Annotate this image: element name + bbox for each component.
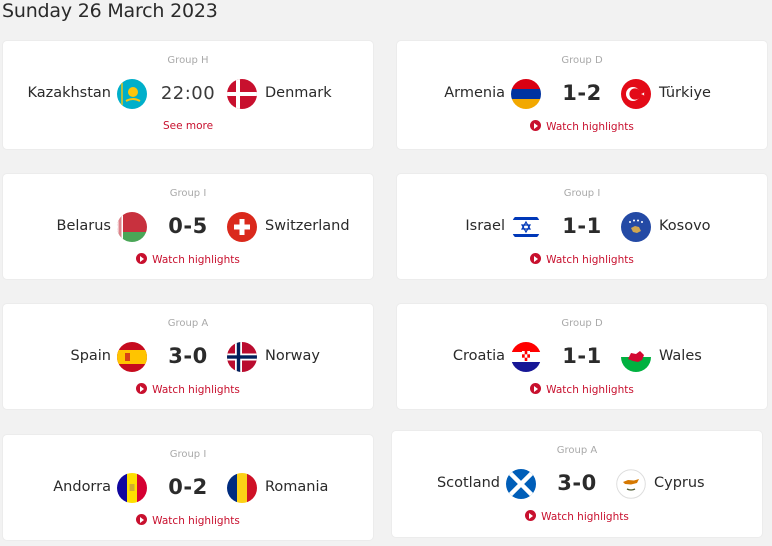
watch-highlights-link[interactable]: Watch highlights — [392, 510, 762, 523]
away-team-name[interactable]: Denmark — [265, 85, 332, 101]
away-team-name[interactable]: Romania — [265, 479, 328, 495]
match-row: Scotland 3-0 Cyprus — [392, 467, 762, 501]
match-row: Belarus 0-5 Switzerland — [3, 210, 373, 244]
play-icon — [136, 253, 148, 264]
home-team-name[interactable]: Armenia — [444, 85, 505, 101]
watch-highlights-label[interactable]: Watch highlights — [152, 384, 240, 396]
match-card[interactable]: Group D Croatia 1-1 Wales Watch highligh… — [397, 304, 767, 409]
denmark-flag-icon — [227, 79, 257, 109]
match-card[interactable]: Group I Andorra 0-2 Romania Watch highli… — [3, 435, 373, 540]
kosovo-flag-icon — [621, 212, 651, 242]
see-more-label[interactable]: See more — [163, 120, 213, 132]
match-card[interactable]: Group A Spain 3-0 Norway Watch highlight… — [3, 304, 373, 409]
group-label: Group D — [561, 318, 603, 329]
watch-highlights-link[interactable]: Watch highlights — [3, 383, 373, 396]
andorra-flag-icon — [117, 473, 147, 503]
match-row: Israel 1-1 Kosovo — [397, 210, 767, 244]
group-label: Group D — [561, 55, 603, 66]
home-team-name[interactable]: Israel — [465, 218, 505, 234]
romania-flag-icon — [227, 473, 257, 503]
kickoff-time: 22:00 — [160, 83, 216, 104]
watch-highlights-label[interactable]: Watch highlights — [546, 254, 634, 266]
play-icon — [525, 510, 537, 521]
watch-highlights-link[interactable]: Watch highlights — [3, 253, 373, 266]
match-row: Croatia 1-1 Wales — [397, 340, 767, 374]
belarus-flag-icon — [117, 212, 147, 242]
home-team-name[interactable]: Andorra — [53, 479, 111, 495]
away-team-name[interactable]: Türkiye — [659, 85, 711, 101]
away-team-name[interactable]: Wales — [659, 348, 702, 364]
match-score: 3-0 — [557, 471, 597, 495]
see-more-link[interactable]: See more — [3, 120, 373, 132]
watch-highlights-label[interactable]: Watch highlights — [541, 511, 629, 523]
play-icon — [530, 383, 542, 394]
watch-highlights-label[interactable]: Watch highlights — [546, 121, 634, 133]
switzerland-flag-icon — [227, 212, 257, 242]
home-team-name[interactable]: Croatia — [453, 348, 505, 364]
away-team-name[interactable]: Cyprus — [654, 475, 705, 491]
armenia-flag-icon — [511, 79, 541, 109]
home-team-name[interactable]: Scotland — [437, 475, 500, 491]
match-row: Andorra 0-2 Romania — [3, 471, 373, 505]
watch-highlights-label[interactable]: Watch highlights — [152, 254, 240, 266]
match-row: Spain 3-0 Norway — [3, 340, 373, 374]
match-card[interactable]: Group I Israel 1-1 Kosovo Watch highligh… — [397, 174, 767, 279]
watch-highlights-link[interactable]: Watch highlights — [397, 383, 767, 396]
watch-highlights-link[interactable]: Watch highlights — [397, 120, 767, 133]
scotland-flag-icon — [506, 469, 536, 499]
watch-highlights-link[interactable]: Watch highlights — [3, 514, 373, 527]
away-team-name[interactable]: Switzerland — [265, 218, 350, 234]
match-score: 1-1 — [562, 214, 602, 238]
match-score: 0-5 — [168, 214, 208, 238]
home-team-name[interactable]: Spain — [70, 348, 111, 364]
match-row: Kazakhstan 22:00 Denmark — [3, 77, 373, 111]
home-team-name[interactable]: Belarus — [57, 218, 112, 234]
away-team-name[interactable]: Norway — [265, 348, 320, 364]
match-card[interactable]: Group H Kazakhstan 22:00 Denmark See mor… — [3, 41, 373, 149]
kazakhstan-flag-icon — [117, 79, 147, 109]
group-label: Group H — [167, 55, 209, 66]
match-card[interactable]: Group A Scotland 3-0 Cyprus Watch highli… — [392, 431, 762, 537]
play-icon — [136, 383, 148, 394]
group-label: Group A — [167, 318, 209, 329]
wales-flag-icon — [621, 342, 651, 372]
match-score: 3-0 — [168, 344, 208, 368]
away-team-name[interactable]: Kosovo — [659, 218, 711, 234]
match-card[interactable]: Group D Armenia 1-2 Türkiye Watch highli… — [397, 41, 767, 149]
israel-flag-icon — [511, 212, 541, 242]
cyprus-flag-icon — [616, 469, 646, 499]
home-team-name[interactable]: Kazakhstan — [27, 85, 111, 101]
match-score: 1-2 — [562, 81, 602, 105]
watch-highlights-label[interactable]: Watch highlights — [152, 515, 240, 527]
group-label: Group I — [563, 188, 601, 199]
match-row: Armenia 1-2 Türkiye — [397, 77, 767, 111]
play-icon — [530, 120, 542, 131]
group-label: Group A — [556, 445, 598, 456]
spain-flag-icon — [117, 342, 147, 372]
norway-flag-icon — [227, 342, 257, 372]
croatia-flag-icon — [511, 342, 541, 372]
turkiye-flag-icon — [621, 79, 651, 109]
watch-highlights-label[interactable]: Watch highlights — [546, 384, 634, 396]
match-card[interactable]: Group I Belarus 0-5 Switzerland Watch hi… — [3, 174, 373, 279]
match-score: 0-2 — [168, 475, 208, 499]
group-label: Group I — [169, 188, 207, 199]
watch-highlights-link[interactable]: Watch highlights — [397, 253, 767, 266]
play-icon — [530, 253, 542, 264]
play-icon — [136, 514, 148, 525]
date-heading: Sunday 26 March 2023 — [2, 0, 218, 22]
group-label: Group I — [169, 449, 207, 460]
match-score: 1-1 — [562, 344, 602, 368]
